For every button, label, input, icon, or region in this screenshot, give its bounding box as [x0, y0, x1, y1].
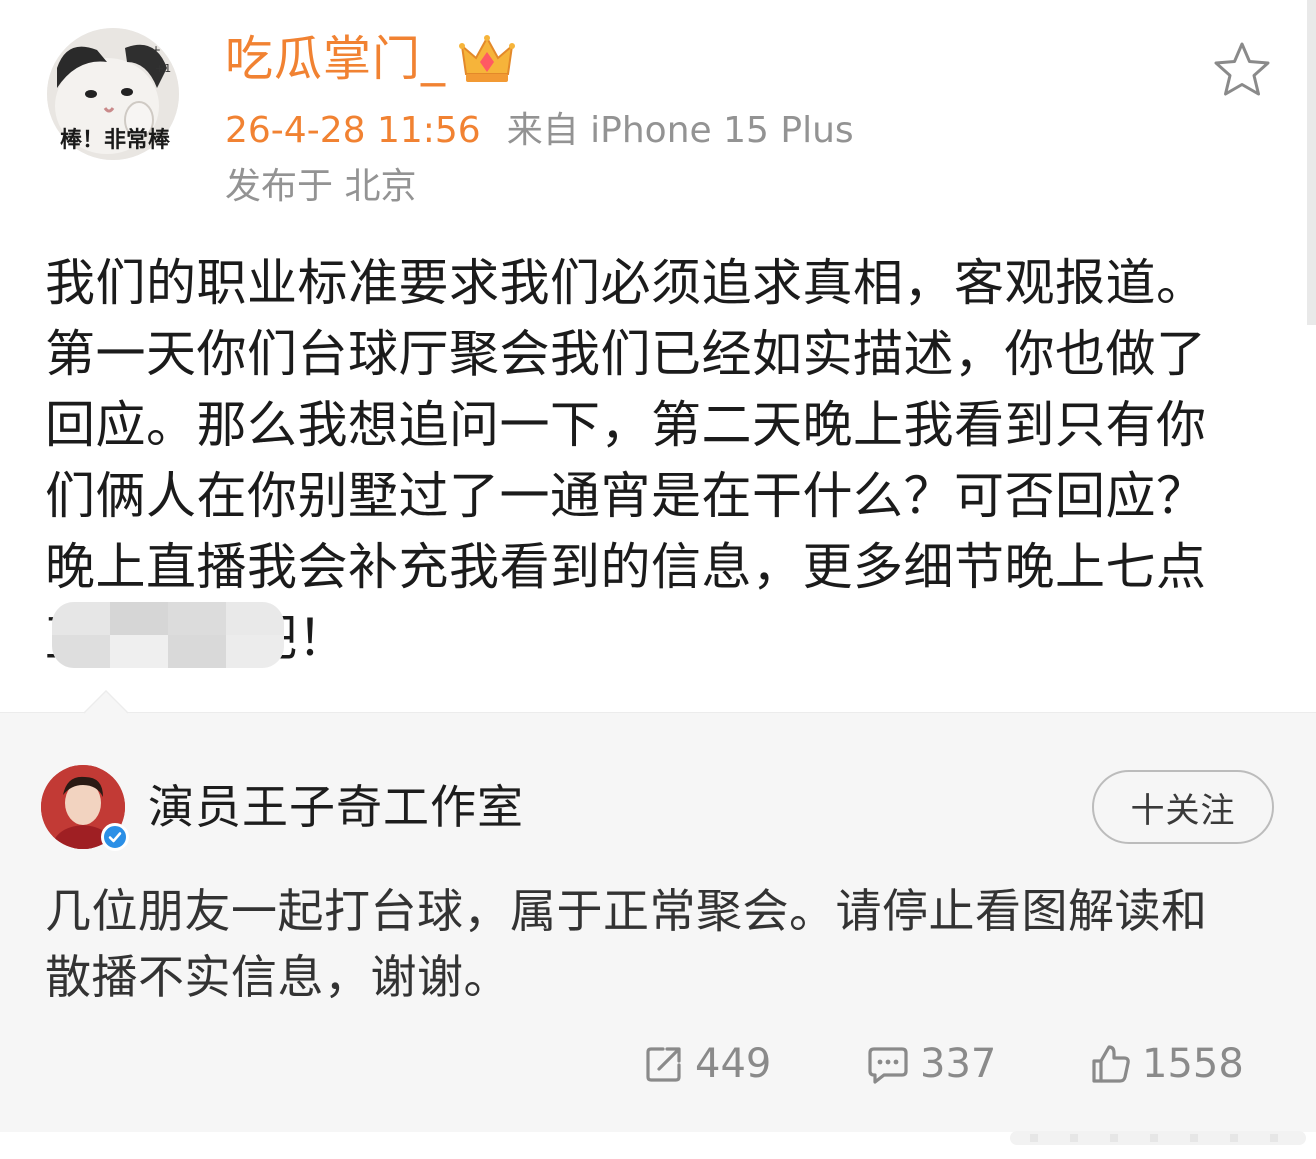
quoted-post-body: 几位朋友一起打台球，属于正常聚会。请停止看图解读和 散播不实信息，谢谢。 [45, 878, 1285, 1010]
follow-button[interactable]: 十关注 [1092, 770, 1274, 844]
post-body-line: 回应。那么我想追问一下，第二天晚上我看到只有你 [45, 396, 1207, 454]
comment-button[interactable]: 337 [866, 1036, 996, 1092]
svg-text:+: + [151, 43, 161, 57]
comment-icon [868, 1047, 908, 1084]
post-source: 来自 iPhone 15 Plus [506, 110, 854, 151]
like-button[interactable]: 1558 [1090, 1036, 1244, 1092]
crown-icon [458, 30, 516, 88]
avatar-caption: 棒！非常棒 [60, 128, 171, 153]
quote-pointer [84, 690, 128, 714]
author-name[interactable]: 吃瓜掌门_ [225, 26, 516, 92]
repost-count: 449 [695, 1041, 772, 1087]
post-body-line: 们俩人在你别墅过了一通宵是在干什么？可否回应？ [45, 467, 1207, 525]
like-count: 1558 [1142, 1041, 1244, 1087]
comment-count: 337 [920, 1041, 997, 1087]
quoted-body-line: 散播不实信息，谢谢。 [45, 950, 510, 1004]
post-body-line: 我们的职业标准要求我们必须追求真相，客观报道。 [45, 254, 1207, 312]
weibo-post-screen: + +1 棒！非常棒 吃瓜掌门_ 26-4-28 11:56 来自 iPhone … [0, 0, 1316, 1159]
post-body-line: 晚上直播我会补充我看到的信息，更多细节晚上七点 [45, 538, 1207, 596]
verified-check-icon [101, 823, 129, 851]
repost-button[interactable]: 449 [643, 1036, 771, 1092]
edge-divider [1307, 0, 1316, 325]
post-body-line: 第一天你们台球厅聚会我们已经如实描述，你也做了 [45, 325, 1207, 383]
repost-icon [646, 1047, 681, 1082]
favorite-button[interactable] [1210, 40, 1274, 100]
post-timestamp: 26-4-28 11:56 [225, 110, 481, 151]
thumbs-up-icon [1092, 1045, 1130, 1083]
quoted-author-name[interactable]: 演员王子奇工作室 [148, 775, 524, 839]
author-name-text: 吃瓜掌门_ [225, 31, 447, 87]
post-meta: 26-4-28 11:56 来自 iPhone 15 Plus [225, 106, 854, 156]
mosaic-blur-patch [52, 602, 284, 668]
quoted-body-line: 几位朋友一起打台球，属于正常聚会。请停止看图解读和 [45, 884, 1208, 938]
post-location: 发布于 北京 [225, 166, 417, 207]
svg-text:+1: +1 [155, 62, 171, 75]
watermark-strip [1010, 1131, 1306, 1145]
star-outline-icon [1214, 42, 1270, 96]
